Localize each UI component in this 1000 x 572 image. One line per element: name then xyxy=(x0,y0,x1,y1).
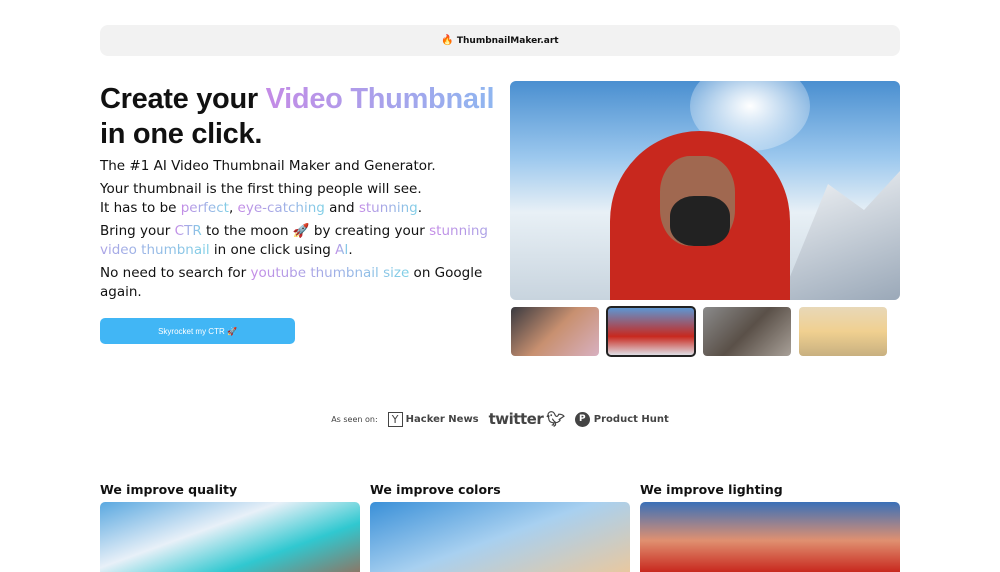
as-seen-on: As seen on: Y Hacker News twitter 🐦︎ P Prod… xyxy=(331,410,669,428)
product-hunt-icon: P xyxy=(574,411,590,427)
feature-image xyxy=(370,502,630,572)
thumbnail-option[interactable] xyxy=(606,306,696,357)
twitter-bird-icon: 🐦︎ xyxy=(546,410,565,428)
top-bar[interactable]: 🔥 ThumbnailMaker.art xyxy=(100,25,900,56)
thumbnail-gallery xyxy=(511,306,887,357)
description-2: Bring your CTR to the moon 🚀 by creating… xyxy=(100,223,488,258)
twitter-logo: twitter 🐦︎ xyxy=(488,410,566,428)
skyrocket-ctr-button[interactable]: Skyrocket my CTR 🚀 xyxy=(100,318,295,344)
feature-quality: We improve quality xyxy=(100,482,360,572)
hero: Create your Video Thumbnail in one click… xyxy=(100,82,500,302)
feature-colors: We improve colors xyxy=(370,482,630,572)
main-thumbnail-image xyxy=(510,81,900,300)
description-1: Your thumbnail is the first thing people… xyxy=(100,181,423,216)
flame-icon: 🔥 xyxy=(441,35,454,46)
feature-image xyxy=(640,502,900,572)
feature-image xyxy=(100,502,360,572)
feature-lighting: We improve lighting xyxy=(640,482,900,572)
description-3: No need to search for youtube thumbnail … xyxy=(100,265,483,300)
thumbnail-option[interactable] xyxy=(511,307,599,356)
thumbnail-option[interactable] xyxy=(703,307,791,356)
brand-name: ThumbnailMaker.art xyxy=(456,35,559,46)
product-hunt-logo: P Product Hunt xyxy=(574,411,669,427)
tagline: The #1 AI Video Thumbnail Maker and Gene… xyxy=(100,158,436,174)
page-title: Create your Video Thumbnail in one click… xyxy=(100,83,495,150)
hacker-news-icon: Y xyxy=(387,411,403,427)
thumbnail-option[interactable] xyxy=(799,307,887,356)
hacker-news-logo: Y Hacker News xyxy=(387,411,479,427)
